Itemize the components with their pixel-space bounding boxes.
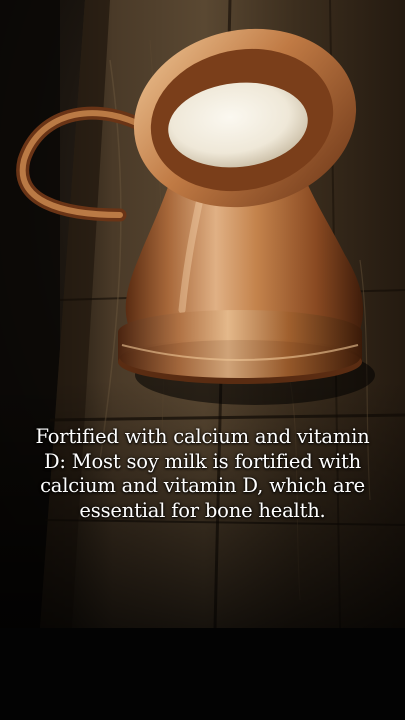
pitcher-photo-illustration [0,0,405,628]
bottom-black-bar [0,628,405,720]
caption-text: Fortified with calcium and vitamin D: Mo… [35,425,370,522]
background-photo [0,0,405,628]
video-frame: Fortified with calcium and vitamin D: Mo… [0,0,405,720]
